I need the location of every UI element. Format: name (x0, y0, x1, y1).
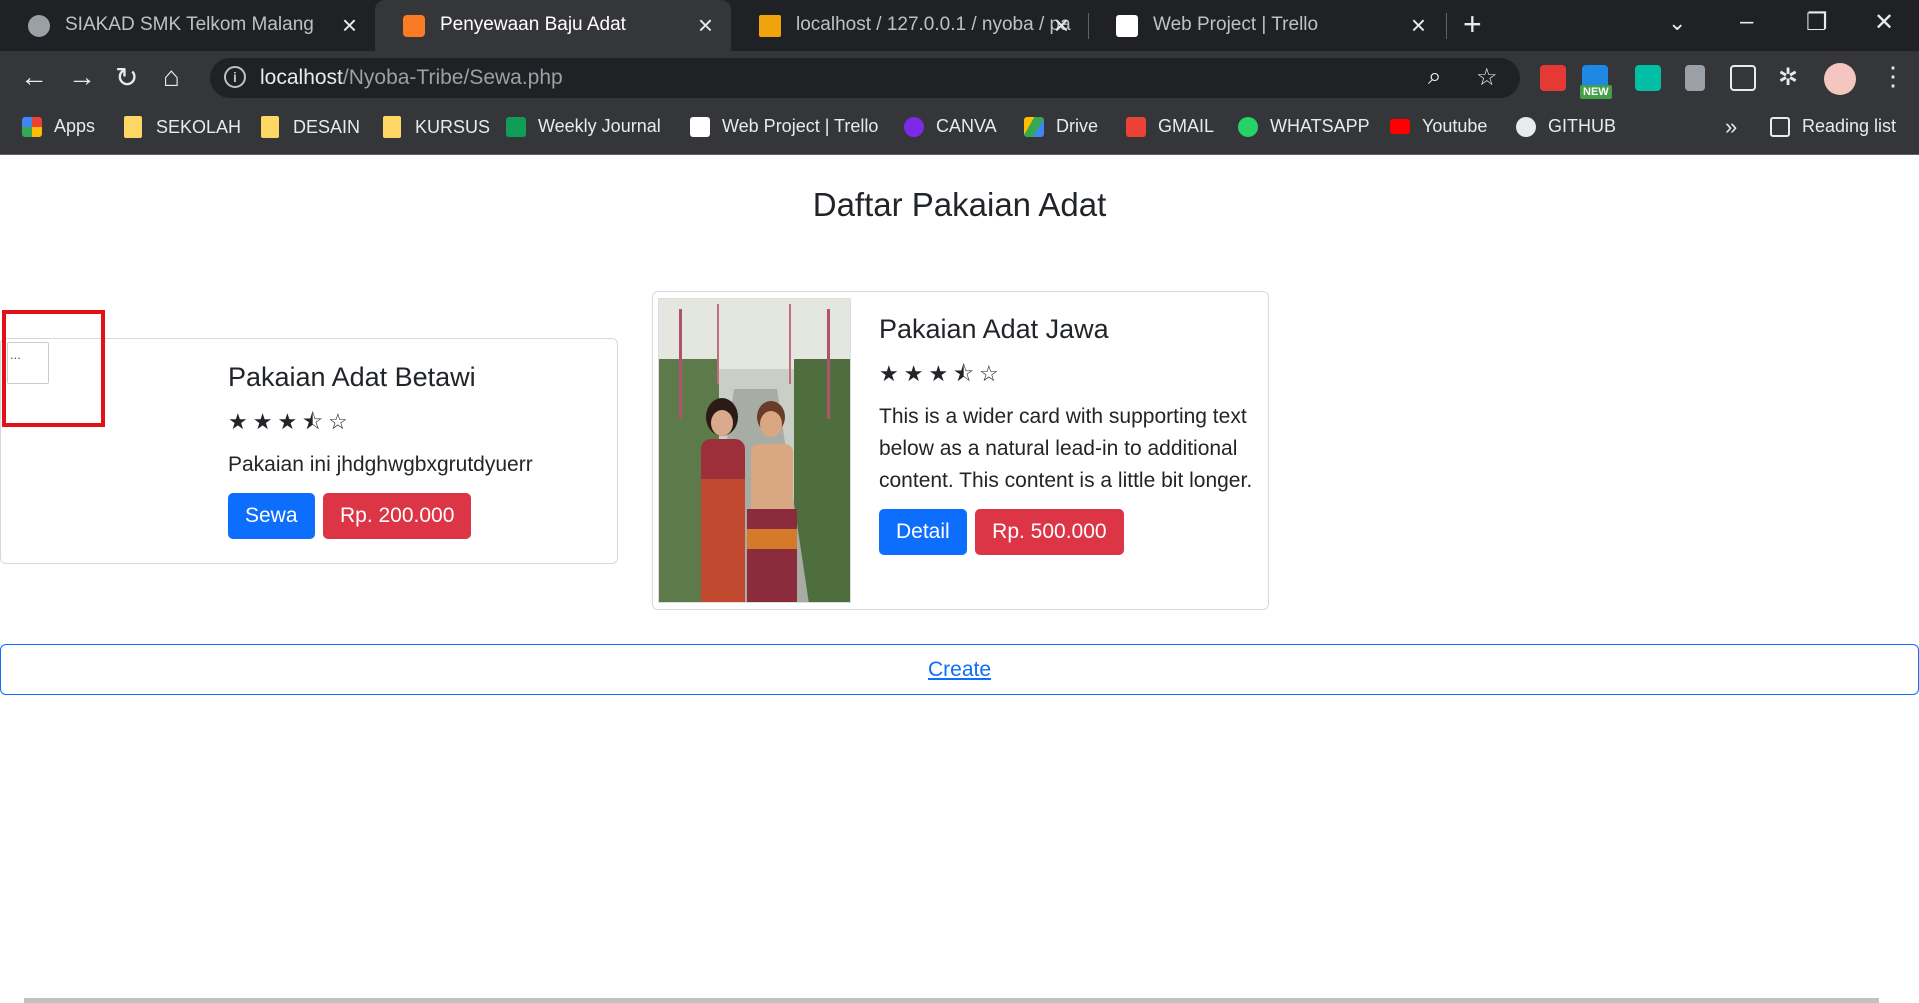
couple-photo-image (659, 299, 850, 602)
trello-icon (1116, 15, 1138, 37)
youtube-icon (1390, 119, 1410, 134)
price-button[interactable]: Rp. 200.000 (322, 493, 472, 539)
puzzle-icon[interactable]: ✲ (1778, 63, 1798, 92)
phpmyadmin-icon (759, 15, 781, 37)
bookmark-desain[interactable]: DESAIN (261, 116, 360, 138)
bookmark-github[interactable]: GITHUB (1516, 116, 1616, 137)
bookmarks-bar: Apps SEKOLAH DESAIN KURSUS Weekly Journa… (0, 104, 1919, 155)
pocket-icon[interactable] (1540, 65, 1566, 91)
whatsapp-icon (1238, 116, 1258, 137)
bookmark-apps[interactable]: Apps (22, 116, 95, 137)
zoom-icon[interactable]: ⌕ (1428, 63, 1441, 91)
tab-phpmyadmin[interactable]: localhost / 127.0.0.1 / nyoba / pa × (731, 0, 1087, 51)
bookmark-whatsapp[interactable]: WHATSAPP (1238, 116, 1370, 137)
card-actions: Sewa Rp. 200.000 (228, 493, 608, 539)
reading-list-button[interactable]: Reading list (1770, 116, 1896, 137)
folder-icon (383, 116, 401, 138)
canva-icon (904, 116, 924, 137)
address-bar[interactable]: i localhost/Nyoba-Tribe/Sewa.php ⌕ ☆ (210, 58, 1520, 98)
reload-icon[interactable]: ↻ (115, 61, 138, 94)
folder-icon (124, 116, 142, 138)
card-text: Pakaian ini jhdghwgbxgrutdyuerr (228, 453, 533, 476)
new-tab-icon[interactable]: + (1463, 6, 1482, 43)
reading-list-icon (1770, 116, 1790, 137)
bookmark-star-icon[interactable]: ☆ (1476, 63, 1498, 92)
price-button[interactable]: Rp. 500.000 (975, 509, 1124, 555)
card-title: Pakaian Adat Betawi (228, 362, 476, 392)
card-body-betawi: Pakaian Adat Betawi ★★★⯪☆ Pakaian ini jh… (228, 362, 608, 539)
browser-toolbar: ← → ↻ ⌂ i localhost/Nyoba-Tribe/Sewa.php… (0, 51, 1919, 104)
restore-icon[interactable]: ❐ (1806, 8, 1828, 37)
tab-strip: SIAKAD SMK Telkom Malang × Penyewaan Baj… (0, 0, 1919, 51)
close-window-icon[interactable]: ✕ (1874, 8, 1894, 37)
tab-trello[interactable]: Web Project | Trello × (1088, 0, 1444, 51)
url-text[interactable]: localhost/Nyoba-Tribe/Sewa.php (260, 66, 563, 90)
card-actions: Detail Rp. 500.000 (879, 509, 1259, 555)
media-extension-icon[interactable] (1730, 65, 1756, 91)
avatar[interactable] (1824, 63, 1856, 95)
github-icon (1516, 116, 1536, 137)
bookmark-kursus[interactable]: KURSUS (383, 116, 490, 138)
product-photo (658, 298, 851, 603)
bookmark-canva[interactable]: CANVA (904, 116, 997, 137)
bookmark-gmail[interactable]: GMAIL (1126, 116, 1214, 137)
create-link[interactable]: Create (928, 658, 991, 681)
sewa-button[interactable]: Sewa (228, 493, 315, 539)
tab-separator (1446, 13, 1447, 39)
horizontal-scrollbar[interactable] (24, 998, 1879, 1003)
trello-icon (690, 116, 710, 137)
plus-extension-icon[interactable] (1635, 65, 1661, 91)
site-info-icon[interactable]: i (224, 66, 246, 88)
close-tab-icon[interactable]: × (1054, 10, 1069, 41)
card-body-jawa: Pakaian Adat Jawa ★★★⯪☆ This is a wider … (879, 314, 1259, 555)
close-tab-icon[interactable]: × (1411, 10, 1426, 41)
menu-icon[interactable]: ⋮ (1880, 61, 1906, 92)
gmail-icon (1126, 116, 1146, 137)
highlight-box (2, 310, 105, 427)
create-bar: Create (0, 644, 1919, 695)
home-icon[interactable]: ⌂ (163, 61, 180, 93)
folder-icon (261, 116, 279, 138)
tab-search-icon[interactable]: ⌄ (1668, 10, 1686, 36)
detail-button[interactable]: Detail (879, 509, 967, 555)
minimize-icon[interactable]: – (1740, 8, 1753, 36)
apps-grid-icon (22, 116, 42, 137)
globe-icon (28, 15, 50, 37)
tab-penyewaan[interactable]: Penyewaan Baju Adat × (375, 0, 731, 51)
bookmark-drive[interactable]: Drive (1024, 116, 1098, 137)
drive-icon (1024, 116, 1044, 137)
back-icon[interactable]: ← (20, 61, 48, 93)
bookmark-weekly-journal[interactable]: Weekly Journal (506, 116, 661, 137)
card-title: Pakaian Adat Jawa (879, 314, 1109, 344)
forward-icon[interactable]: → (68, 61, 96, 93)
new-badge: NEW (1580, 85, 1612, 99)
close-tab-icon[interactable]: × (698, 10, 713, 41)
bookmark-sekolah[interactable]: SEKOLAH (124, 116, 241, 138)
bookmark-trello[interactable]: Web Project | Trello (690, 116, 878, 137)
pen-extension-icon[interactable] (1685, 65, 1705, 91)
star-rating-icon: ★★★⯪☆ (879, 361, 1004, 386)
page-title: Daftar Pakaian Adat (812, 186, 1107, 223)
xampp-icon (403, 15, 425, 37)
tab-siakad[interactable]: SIAKAD SMK Telkom Malang × (0, 0, 375, 51)
close-tab-icon[interactable]: × (342, 10, 357, 41)
sheets-icon (506, 116, 526, 137)
star-rating-icon: ★★★⯪☆ (228, 409, 353, 434)
card-text: This is a wider card with supporting tex… (879, 405, 1253, 492)
bookmark-youtube[interactable]: Youtube (1390, 116, 1487, 137)
more-bookmarks-icon[interactable]: » (1725, 114, 1737, 140)
